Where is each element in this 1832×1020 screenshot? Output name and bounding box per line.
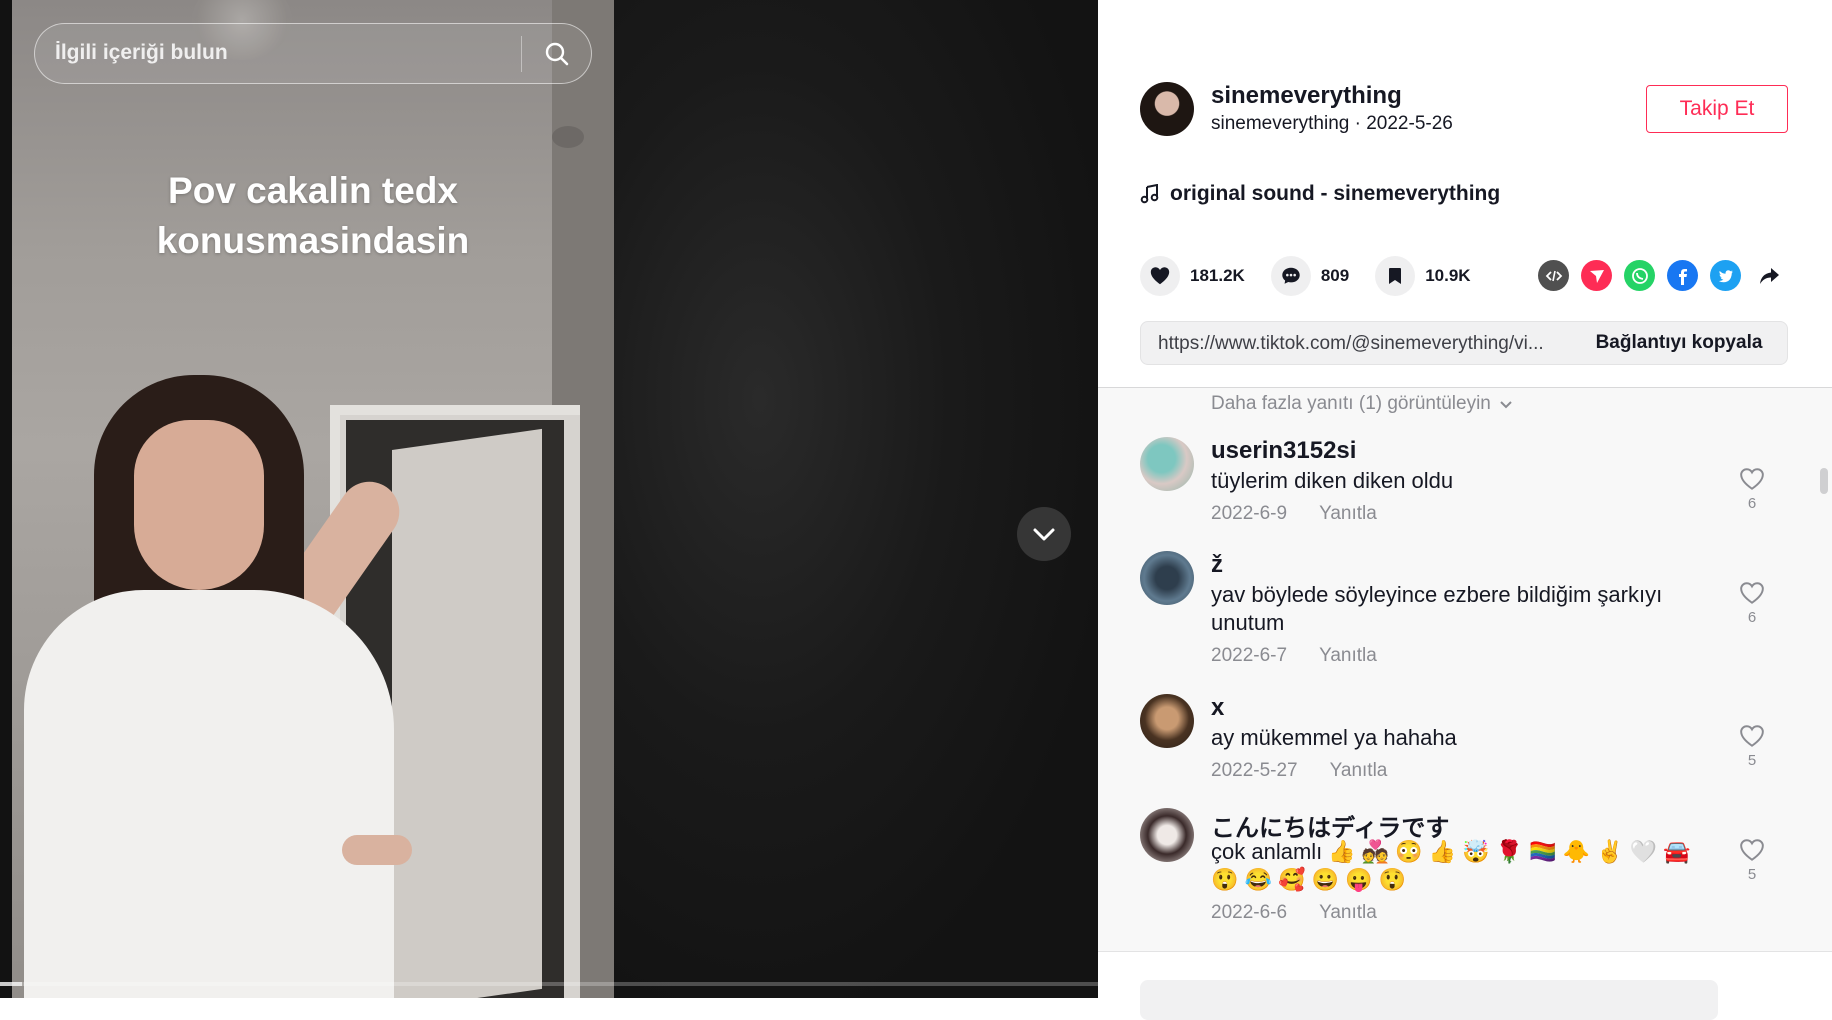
video-scene	[342, 835, 412, 865]
video-frame[interactable]	[12, 0, 614, 998]
heart-outline-icon	[1740, 582, 1764, 604]
view-more-replies-button[interactable]: Daha fazla yanıtı (1) görüntüleyin	[1211, 393, 1513, 415]
meta-separator: ·	[1349, 113, 1367, 134]
video-scene	[134, 420, 264, 590]
heart-icon	[1150, 267, 1170, 285]
comment-meta: 2022-6-6 Yanıtla	[1211, 902, 1377, 924]
comment-meta: 2022-6-9 Yanıtla	[1211, 503, 1377, 525]
sound-label: original sound - sinemeverything	[1170, 182, 1501, 205]
heart-outline-icon	[1740, 468, 1764, 490]
share-arrow-icon[interactable]	[1753, 260, 1784, 291]
video-info-panel: sinemeverything sinemeverything · 2022-5…	[1098, 0, 1832, 1020]
comment-like-count: 5	[1747, 752, 1757, 769]
video-caption: Pov cakalin tedx konusmasindasin	[156, 170, 470, 261]
search-bar[interactable]	[34, 23, 592, 84]
video-progress-fill	[0, 982, 22, 986]
comment-item: x ay mükemmel ya hahaha 2022-5-27 Yanıtl…	[1140, 694, 1800, 794]
next-video-button[interactable]	[1017, 507, 1071, 561]
engagement-actions: 181.2K 809 10.9K	[1140, 256, 1497, 296]
commenter-username[interactable]: x	[1211, 694, 1224, 722]
commenter-avatar[interactable]	[1140, 437, 1194, 491]
bookmark-icon-circle	[1375, 256, 1416, 296]
comments-scrollbar[interactable]	[1820, 468, 1828, 494]
heart-outline-icon	[1740, 725, 1764, 747]
commenter-avatar[interactable]	[1140, 694, 1194, 748]
bookmark-icon	[1389, 268, 1402, 284]
video-scene	[24, 590, 394, 998]
facebook-icon[interactable]	[1667, 260, 1698, 291]
sound-link[interactable]: original sound - sinemeverything	[1140, 182, 1500, 206]
share-options	[1538, 260, 1784, 291]
chevron-down-icon	[1500, 401, 1512, 409]
like-count: 181.2K	[1190, 266, 1245, 285]
comment-item: こんにちはディラです çok anlamlı 👍 💑 😳 👍 🤯 🌹 🏳️‍🌈 …	[1140, 808, 1800, 948]
search-divider	[521, 36, 522, 72]
comment-like-count: 6	[1747, 609, 1757, 626]
comment-item: ž yav böylede söyleyince ezbere bildiğim…	[1140, 551, 1800, 681]
bookmark-button[interactable]: 10.9K	[1375, 256, 1471, 296]
post-date: 2022-5-26	[1366, 113, 1453, 134]
whatsapp-icon[interactable]	[1624, 260, 1655, 291]
commenter-username[interactable]: ž	[1211, 551, 1223, 579]
comment-date: 2022-6-9	[1211, 503, 1288, 524]
search-button[interactable]	[535, 32, 579, 76]
video-link-url[interactable]: https://www.tiktok.com/@sinemeverything/…	[1158, 333, 1568, 355]
like-icon-circle	[1140, 256, 1180, 296]
add-comment-input[interactable]	[1140, 980, 1718, 1020]
reply-button[interactable]: Yanıtla	[1330, 760, 1388, 782]
comment-date: 2022-6-7	[1211, 645, 1288, 666]
reply-button[interactable]: Yanıtla	[1319, 645, 1377, 667]
comment-item: userin3152si tüylerim diken diken oldu 2…	[1140, 437, 1800, 537]
bookmark-count: 10.9K	[1425, 266, 1471, 285]
commenter-avatar[interactable]	[1140, 808, 1194, 862]
video-blur-background	[614, 0, 1098, 998]
twitter-icon[interactable]	[1710, 260, 1741, 291]
author-username[interactable]: sinemeverything	[1211, 82, 1402, 110]
comments-list[interactable]: Daha fazla yanıtı (1) görüntüleyin useri…	[1098, 388, 1832, 951]
comment-like-count: 5	[1747, 866, 1757, 883]
commenter-username[interactable]: userin3152si	[1211, 437, 1356, 465]
heart-outline-icon	[1740, 839, 1764, 861]
comment-like-button[interactable]: 5	[1730, 838, 1774, 883]
more-replies-label: Daha fazla yanıtı (1) görüntüleyin	[1211, 393, 1491, 414]
comment-like-button[interactable]: 6	[1730, 581, 1774, 626]
video-scene	[392, 428, 542, 998]
reply-button[interactable]: Yanıtla	[1319, 503, 1377, 525]
comment-icon	[1282, 267, 1300, 284]
video-player[interactable]: Pov cakalin tedx konusmasindasin	[0, 0, 1098, 998]
search-input[interactable]	[55, 24, 535, 82]
comment-date: 2022-5-27	[1211, 760, 1298, 781]
author-meta: sinemeverything · 2022-5-26	[1211, 113, 1453, 135]
comment-text: tüylerim diken diken oldu	[1211, 468, 1454, 493]
comment-button[interactable]: 809	[1270, 256, 1350, 296]
video-progress-bar[interactable]	[0, 982, 1098, 986]
comment-like-count: 6	[1747, 495, 1757, 512]
send-icon[interactable]	[1581, 260, 1612, 291]
comment-text: yav böylede söyleyince ezbere bildiğim ş…	[1211, 582, 1663, 635]
comment-like-button[interactable]: 6	[1730, 467, 1774, 512]
comment-icon-circle	[1270, 256, 1311, 296]
copy-link-box: https://www.tiktok.com/@sinemeverything/…	[1140, 321, 1788, 365]
copy-link-button[interactable]: Bağlantıyı kopyala	[1579, 322, 1779, 364]
reply-button[interactable]: Yanıtla	[1319, 902, 1377, 924]
divider	[1098, 951, 1832, 952]
commenter-avatar[interactable]	[1140, 551, 1194, 605]
comment-text: ay mükemmel ya hahaha	[1211, 725, 1457, 750]
comment-text: çok anlamlı 👍 💑 😳 👍 🤯 🌹 🏳️‍🌈 🐥 ✌️ 🤍 🚘 😲 …	[1211, 839, 1691, 892]
comment-count: 809	[1320, 266, 1350, 285]
music-note-icon	[1140, 184, 1159, 204]
video-scene	[552, 126, 584, 148]
comment-meta: 2022-6-7 Yanıtla	[1211, 645, 1377, 667]
follow-button[interactable]: Takip Et	[1646, 85, 1788, 133]
author-display-name: sinemeverything	[1211, 113, 1350, 134]
author-avatar[interactable]	[1140, 82, 1194, 136]
chevron-down-icon	[1033, 528, 1055, 541]
comment-date: 2022-6-6	[1211, 902, 1288, 923]
comment-like-button[interactable]: 5	[1730, 724, 1774, 769]
like-button[interactable]: 181.2K	[1140, 256, 1245, 296]
search-icon	[545, 42, 569, 66]
embed-icon[interactable]	[1538, 260, 1569, 291]
comment-meta: 2022-5-27 Yanıtla	[1211, 760, 1387, 782]
